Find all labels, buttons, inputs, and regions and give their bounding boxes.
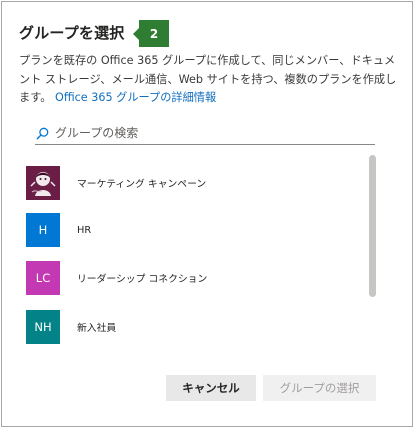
list-item-leadership-connection[interactable]: LC リーダーシップ コネクション: [26, 260, 356, 296]
avatar-initials: NH: [34, 320, 52, 334]
group-label: リーダーシップ コネクション: [77, 274, 208, 285]
avatar-initials: H: [38, 223, 48, 237]
group-label: 新入社員: [77, 323, 117, 334]
search-input[interactable]: [55, 126, 355, 140]
learn-more-link[interactable]: Office 365 グループの詳細情報: [55, 91, 216, 104]
dialog-description: プランを既存の Office 365 グループに作成して、同じメンバー、ドキュメ…: [19, 52, 399, 108]
step-badge: 2: [133, 20, 169, 47]
list-item-hr[interactable]: H HR: [26, 212, 356, 248]
select-group-dialog: グループを選択 2 プランを既存の Office 365 グループに作成して、同…: [1, 1, 413, 427]
list-scrollbar[interactable]: [369, 155, 376, 345]
list-item-marketing-campaign[interactable]: マーケティング キャンペーン: [26, 165, 356, 201]
list-item-new-hires[interactable]: NH 新入社員: [26, 309, 356, 345]
avatar: [26, 166, 60, 200]
avatar: H: [26, 213, 60, 247]
cancel-button[interactable]: キャンセル: [166, 375, 256, 401]
group-label: HR: [77, 224, 92, 236]
search-box[interactable]: [35, 122, 375, 145]
scrollbar-thumb[interactable]: [369, 155, 376, 297]
group-list: マーケティング キャンペーン H HR LC リーダーシップ コネクション NH…: [26, 160, 366, 350]
group-image-icon: [26, 166, 60, 200]
group-label: マーケティング キャンペーン: [77, 179, 207, 190]
avatar: LC: [26, 261, 60, 295]
avatar-initials: LC: [35, 271, 51, 285]
search-icon: [36, 127, 49, 139]
select-group-button[interactable]: グループの選択: [263, 375, 376, 401]
avatar: NH: [26, 310, 60, 344]
dialog-title: グループを選択: [19, 24, 125, 42]
